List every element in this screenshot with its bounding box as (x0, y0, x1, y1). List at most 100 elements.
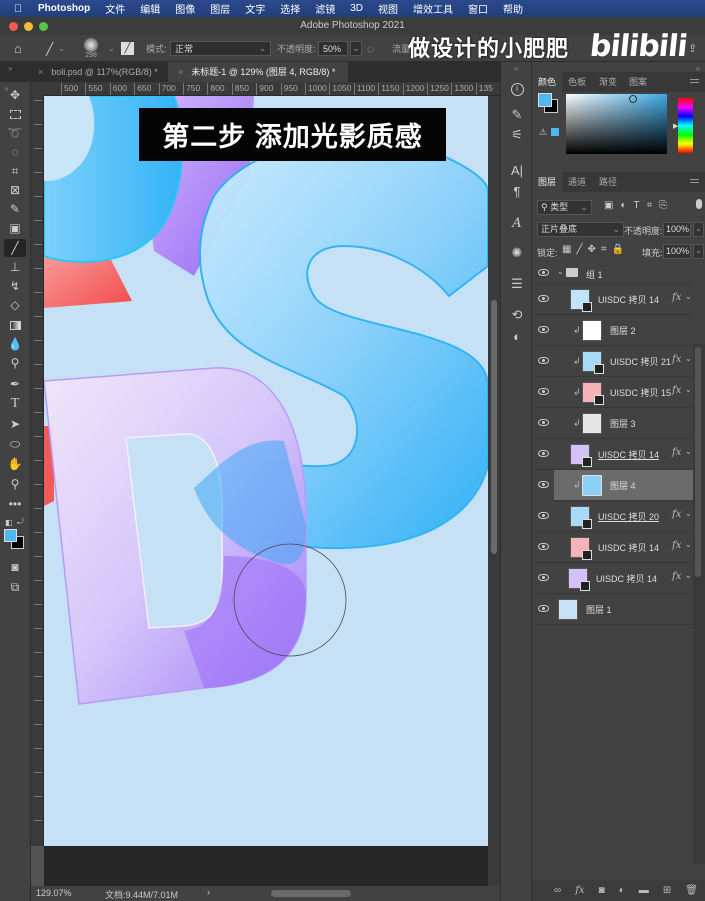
tab-paths[interactable]: 路径 (593, 172, 623, 192)
menu-help[interactable]: 帮助 (503, 1, 523, 16)
lock-image-icon[interactable]: ╱ (576, 244, 587, 255)
menu-photoshop[interactable]: Photoshop (38, 3, 90, 14)
close-tab-icon[interactable]: × (38, 67, 43, 77)
layer-row[interactable]: ↲ 图层 2 (532, 315, 693, 346)
layer-group-row[interactable]: ⌄ 组 1 (532, 262, 693, 284)
brushes-panel-icon[interactable]: ⚟ (506, 125, 528, 145)
foreground-color-swatch[interactable] (4, 529, 17, 542)
hand-tool-icon[interactable]: ✋ (4, 455, 26, 473)
fill-input[interactable]: 100% (663, 244, 691, 259)
status-menu-arrow[interactable]: › (207, 887, 210, 897)
filter-smart-object-icon[interactable]: ⎘ (659, 200, 674, 211)
fx-icon[interactable]: fx (575, 885, 584, 896)
chevron-down-icon[interactable]: ⌄ (685, 571, 692, 580)
layer-row[interactable]: ↲ 图层 3 (532, 408, 693, 439)
crop-tool-icon[interactable]: ⌗ (4, 162, 26, 180)
horizontal-scroll-thumb[interactable] (271, 890, 351, 897)
layer-name[interactable]: UISDC 拷贝 21 (610, 355, 671, 368)
blend-mode-select[interactable]: 正片叠底 ⌄ (537, 222, 624, 237)
chevron-down-icon[interactable]: ⌄ (685, 540, 692, 549)
layer-filter-select[interactable]: ⚲ 类型 ⌄ (537, 200, 592, 215)
layer-name[interactable]: 图层 2 (610, 324, 636, 337)
pen-tool-icon[interactable]: ✒ (4, 375, 26, 393)
visibility-eye-icon[interactable] (538, 605, 549, 612)
vertical-scroll-thumb[interactable] (491, 300, 497, 554)
menu-filter[interactable]: 滤镜 (315, 1, 335, 16)
chevron-down-icon[interactable]: ⌄ (685, 385, 692, 394)
history-panel-icon[interactable]: ⟲ (506, 305, 528, 325)
layer-row[interactable]: UISDC 拷贝 20 fx ⌄ (532, 501, 693, 532)
layer-name[interactable]: UISDC 拷贝 20 (598, 510, 659, 523)
opacity-input[interactable]: 50% (318, 41, 348, 56)
visibility-eye-icon[interactable] (538, 295, 549, 302)
marquee-tool-icon[interactable] (4, 105, 26, 123)
layer-name[interactable]: 图层 3 (610, 417, 636, 430)
more-tools-icon[interactable]: ••• (4, 495, 26, 513)
web-safe-color-chip[interactable] (551, 128, 559, 136)
home-icon[interactable]: ⌂ (14, 35, 22, 62)
layer-effects-icon[interactable]: fx (672, 447, 681, 458)
chevron-down-icon[interactable]: ⌄ (108, 35, 115, 62)
filter-toggle[interactable] (696, 199, 702, 209)
layer-thumbnail[interactable] (582, 475, 602, 496)
hue-slider[interactable] (678, 98, 693, 153)
layer-effects-icon[interactable]: fx (672, 540, 681, 551)
mode-select[interactable]: 正常 ⌄ (170, 41, 271, 56)
layer-name[interactable]: UISDC 拷贝 14 (598, 448, 659, 461)
document-canvas[interactable]: 第二步 添加光影质感 (44, 96, 488, 846)
menu-plugins[interactable]: 增效工具 (413, 1, 453, 16)
panel-menu-icon[interactable] (690, 79, 699, 80)
tab-boli-psd[interactable]: × boli.psd @ 117%(RGB/8) * (28, 62, 168, 82)
layer-thumbnail[interactable] (558, 599, 578, 620)
minimize-window-button[interactable] (24, 22, 33, 31)
layer-opacity-dropdown[interactable]: ⌄ (693, 222, 704, 237)
new-layer-icon[interactable]: ⊞ (663, 885, 671, 896)
brush-tool-icon[interactable]: ╱ (4, 239, 26, 257)
adjustment-icon[interactable]: ◐ (619, 885, 625, 896)
layer-row[interactable]: ↲ UISDC 拷贝 15 fx ⌄ (532, 377, 693, 408)
lock-transparent-icon[interactable]: ▦ (562, 244, 576, 255)
layer-thumbnail[interactable] (570, 444, 592, 467)
layer-effects-icon[interactable]: fx (672, 354, 681, 365)
blur-tool-icon[interactable]: 💧 (4, 335, 26, 353)
frame-tool-icon[interactable]: ⊠ (4, 181, 26, 199)
visibility-eye-icon[interactable] (538, 543, 549, 550)
filter-pixel-icon[interactable]: ▣ (604, 200, 620, 211)
menu-view[interactable]: 视图 (378, 1, 398, 16)
layer-row[interactable]: ↲ UISDC 拷贝 21 fx ⌄ (532, 346, 693, 377)
stamp-tool-icon[interactable]: ⊥ (4, 258, 26, 276)
healing-brush-tool-icon[interactable]: ▣ (4, 219, 26, 237)
glyphs-panel-icon[interactable]: A (506, 213, 528, 233)
hue-slider-handle[interactable]: ▶ (673, 122, 678, 130)
chevron-down-icon[interactable]: ⌄ (685, 354, 692, 363)
zoom-window-button[interactable] (39, 22, 48, 31)
brush-settings-button[interactable]: ╱ (121, 35, 134, 62)
visibility-eye-icon[interactable] (538, 574, 549, 581)
type-tool-icon[interactable]: T (4, 395, 26, 413)
layer-row[interactable]: ↲ 图层 4 (538, 470, 693, 501)
chevron-down-icon[interactable]: ⌄ (685, 447, 692, 456)
collapse-left-icon[interactable]: « (514, 64, 518, 73)
layer-name[interactable]: UISDC 拷贝 14 (596, 572, 657, 585)
menu-layer[interactable]: 图层 (210, 1, 230, 16)
eraser-tool-icon[interactable]: ◇ (4, 296, 26, 314)
tab-gradients[interactable]: 渐变 (593, 72, 623, 92)
lock-position-icon[interactable]: ✥ (587, 244, 600, 255)
chevron-down-icon[interactable]: ⌄ (685, 509, 692, 518)
layer-row[interactable]: UISDC 拷贝 14 fx ⌄ (532, 563, 693, 594)
layer-thumbnail[interactable] (582, 351, 604, 374)
ruler-origin[interactable] (31, 82, 44, 96)
fill-dropdown[interactable]: ⌄ (693, 244, 704, 259)
adjustments-panel-icon[interactable]: ☰ (506, 274, 528, 294)
visibility-eye-icon[interactable] (538, 357, 549, 364)
zoom-tool-icon[interactable]: ⚲ (4, 475, 26, 493)
lasso-tool-icon[interactable]: ➰ (4, 124, 26, 142)
visibility-eye-icon[interactable] (538, 481, 549, 488)
layer-row[interactable]: UISDC 拷贝 14 fx ⌄ (532, 439, 693, 470)
layer-effects-icon[interactable]: fx (672, 292, 681, 303)
visibility-eye-icon[interactable] (538, 326, 549, 333)
layer-thumbnail[interactable] (582, 320, 602, 341)
filter-shape-icon[interactable]: ⌗ (647, 200, 660, 211)
layer-thumbnail[interactable] (570, 289, 592, 312)
visibility-eye-icon[interactable] (538, 269, 549, 276)
